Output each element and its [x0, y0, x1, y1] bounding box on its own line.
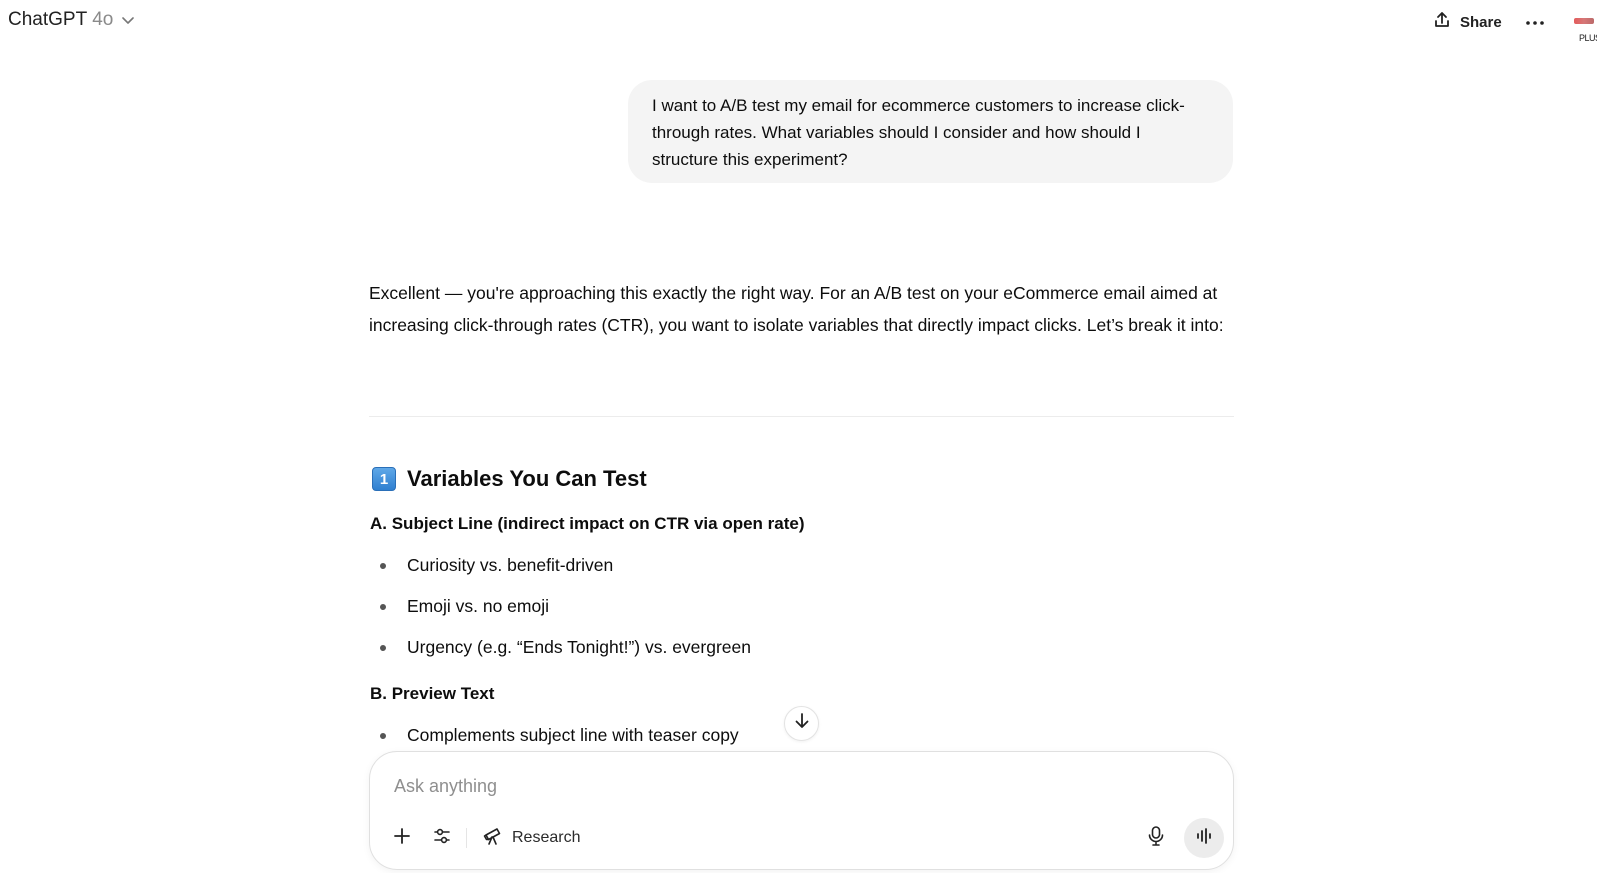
subsection-title: B. Preview Text — [370, 684, 495, 703]
composer: Research — [369, 751, 1234, 870]
toolbar-divider — [466, 828, 467, 848]
tools-button[interactable] — [428, 824, 456, 852]
divider — [369, 416, 1234, 417]
chevron-down-icon — [120, 12, 136, 28]
more-icon — [1525, 13, 1545, 31]
share-button[interactable]: Share — [1432, 10, 1502, 35]
dictate-button[interactable] — [1142, 824, 1170, 852]
research-label: Research — [512, 829, 581, 846]
list-item: Curiosity vs. benefit-driven — [380, 555, 613, 576]
app-name: ChatGPT — [8, 9, 88, 30]
voice-mode-button[interactable] — [1184, 818, 1224, 858]
share-label: Share — [1460, 14, 1502, 31]
user-message-text: I want to A/B test my email for ecommerc… — [652, 96, 1185, 169]
bullet-dot — [380, 644, 386, 651]
scroll-to-bottom-button[interactable] — [784, 706, 819, 741]
keycap-number-icon: 1 — [372, 467, 396, 491]
assistant-intro: Excellent — you're approaching this exac… — [369, 283, 1224, 335]
arrow-down-icon — [793, 712, 811, 735]
model-version: 4o — [92, 9, 114, 30]
list-item-text: Complements subject line with teaser cop… — [407, 725, 739, 745]
bullet-dot — [380, 732, 386, 739]
sliders-icon — [432, 826, 452, 851]
bullet-dot — [380, 603, 386, 610]
section-heading: 1 Variables You Can Test — [372, 466, 647, 492]
model-selector[interactable]: ChatGPT 4o — [8, 9, 136, 31]
list-item: Complements subject line with teaser cop… — [380, 725, 739, 746]
top-bar: ChatGPT 4o Share PLUS — [0, 0, 1597, 44]
avatar-logo — [1574, 18, 1594, 24]
prompt-input[interactable] — [394, 772, 1154, 800]
plus-icon — [392, 826, 412, 851]
add-button[interactable] — [388, 824, 416, 852]
subsection-title: A. Subject Line (indirect impact on CTR … — [370, 514, 805, 533]
bullet-dot — [380, 562, 386, 569]
voice-waveform-icon — [1194, 826, 1214, 851]
section-title: Variables You Can Test — [407, 466, 647, 491]
plan-badge: PLUS — [1579, 33, 1597, 43]
research-button[interactable]: Research — [482, 824, 580, 852]
user-message-bubble: I want to A/B test my email for ecommerc… — [628, 80, 1233, 183]
list-item-text: Emoji vs. no emoji — [407, 596, 549, 616]
more-options-button[interactable] — [1524, 12, 1546, 32]
telescope-icon — [482, 825, 504, 852]
list-item-text: Curiosity vs. benefit-driven — [407, 555, 614, 575]
share-icon — [1432, 10, 1452, 35]
assistant-message: Excellent — you're approaching this exac… — [369, 278, 1234, 341]
list-item: Emoji vs. no emoji — [380, 596, 549, 617]
avatar[interactable]: PLUS — [1572, 14, 1597, 46]
list-item-text: Urgency (e.g. “Ends Tonight!”) vs. everg… — [407, 637, 752, 657]
list-item: Urgency (e.g. “Ends Tonight!”) vs. everg… — [380, 637, 751, 658]
microphone-icon — [1146, 825, 1166, 852]
